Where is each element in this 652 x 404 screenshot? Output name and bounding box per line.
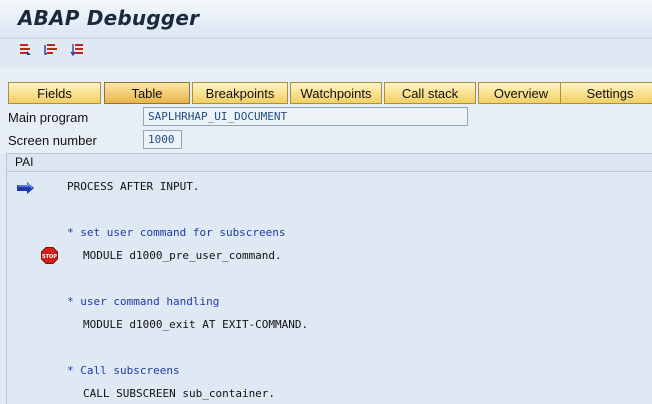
tab-breakpoints[interactable]: Breakpoints	[192, 82, 288, 104]
code-line[interactable]: MODULE d1000_pre_user_command.	[83, 249, 282, 262]
main-program-field[interactable]: SAPLHRHAP_UI_DOCUMENT	[143, 107, 468, 126]
tab-call-stack[interactable]: Call stack	[384, 82, 476, 104]
return-icon[interactable]	[70, 42, 86, 58]
main-program-label: Main program	[8, 110, 89, 125]
source-code-panel: PAI PROCESS AFTER INPUT. * set user comm…	[6, 153, 652, 404]
tab-table[interactable]: Table	[104, 82, 190, 104]
screen-number-label: Screen number	[8, 133, 97, 148]
code-area[interactable]: PROCESS AFTER INPUT. * set user command …	[7, 172, 652, 404]
breakpoint-label: STOP	[42, 254, 57, 260]
tab-settings[interactable]: Settings	[560, 82, 652, 104]
panel-header: PAI	[7, 154, 652, 172]
window-title: ABAP Debugger	[18, 6, 200, 30]
step-into-icon[interactable]	[18, 42, 34, 58]
panel-title: PAI	[15, 155, 34, 169]
code-comment[interactable]: * user command handling	[67, 295, 219, 308]
current-line-arrow-icon	[17, 179, 35, 198]
tab-watchpoints[interactable]: Watchpoints	[290, 82, 382, 104]
code-line[interactable]: MODULE d1000_exit AT EXIT-COMMAND.	[83, 318, 308, 331]
execute-icon[interactable]	[44, 42, 60, 58]
code-line[interactable]: PROCESS AFTER INPUT.	[67, 180, 199, 193]
title-bar: ABAP Debugger	[0, 0, 652, 39]
code-comment[interactable]: * set user command for subscreens	[67, 226, 286, 239]
screen-number-field[interactable]: 1000	[143, 130, 182, 149]
tab-overview[interactable]: Overview	[478, 82, 564, 104]
tab-fields[interactable]: Fields	[8, 82, 101, 104]
code-line[interactable]: CALL SUBSCREEN sub_container.	[83, 387, 275, 400]
code-comment[interactable]: * Call subscreens	[67, 364, 180, 377]
breakpoint-icon[interactable]: STOP	[41, 247, 58, 268]
